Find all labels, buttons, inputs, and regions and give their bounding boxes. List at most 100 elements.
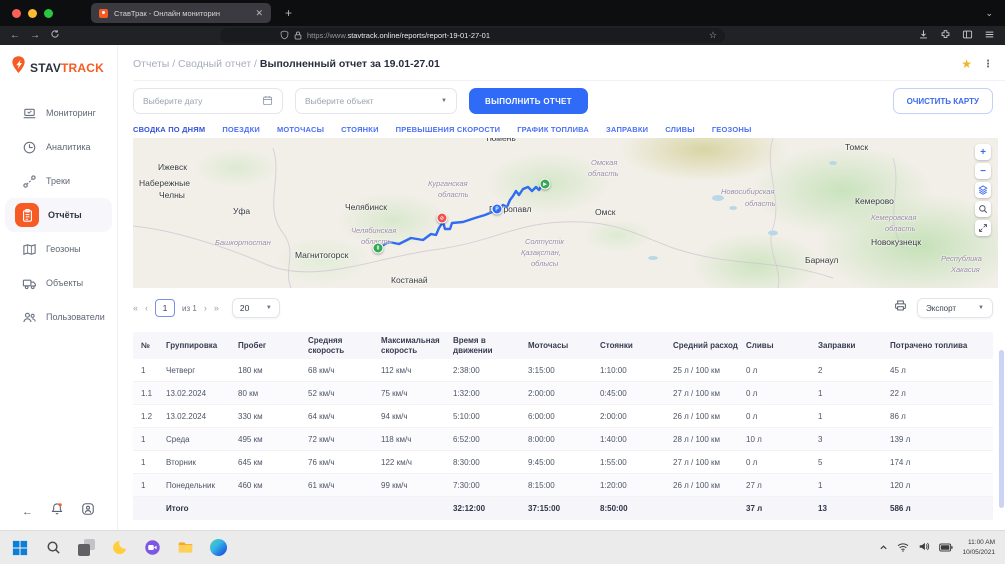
table-cell: 495 км bbox=[238, 435, 308, 444]
pagination-row: « ‹ 1 из 1 › » 20 ▼ Экспорт ▼ bbox=[133, 298, 993, 318]
kebab-menu-icon[interactable]: ⋮ bbox=[983, 59, 993, 70]
app-window: STAVTRACK МониторингАналитикаТреки Отчёты… bbox=[0, 45, 1005, 530]
last-page-button[interactable]: » bbox=[214, 303, 219, 313]
edge-browser-icon[interactable] bbox=[208, 538, 228, 558]
extensions-icon[interactable] bbox=[940, 27, 951, 45]
export-select[interactable]: Экспорт ▼ bbox=[917, 298, 993, 318]
sidebar: STAVTRACK МониторингАналитикаТреки Отчёты… bbox=[0, 45, 118, 530]
page-scrollbar-thumb[interactable] bbox=[999, 350, 1004, 508]
tab-close-icon[interactable]: ✕ bbox=[255, 8, 263, 19]
prev-page-button[interactable]: ‹ bbox=[145, 303, 148, 313]
downloads-icon[interactable] bbox=[918, 27, 929, 45]
menu-hamburger-icon[interactable] bbox=[984, 27, 995, 45]
table-cell: 586 л bbox=[890, 504, 993, 513]
sidebar-item-users[interactable]: Пользователи bbox=[5, 300, 112, 334]
map-label: Солтүстік bbox=[525, 237, 564, 246]
analytics-icon bbox=[21, 139, 37, 155]
close-window-button[interactable] bbox=[12, 9, 21, 18]
table-cell: 64 км/ч bbox=[308, 412, 381, 421]
tab-list-chevron-icon[interactable]: ⌄ bbox=[985, 8, 993, 19]
bookmark-star-icon[interactable]: ☆ bbox=[709, 30, 717, 41]
pause-marker[interactable]: II bbox=[373, 243, 384, 254]
sidebar-panel-icon[interactable] bbox=[962, 27, 973, 45]
column-header: № bbox=[141, 341, 166, 350]
browser-tab[interactable]: СтавТрак - Онлайн мониторин ✕ bbox=[91, 3, 271, 23]
taskbar-search-icon[interactable] bbox=[43, 538, 63, 558]
notifications-bell-icon[interactable] bbox=[50, 502, 64, 521]
map-label: Қазақстан, bbox=[521, 248, 561, 257]
current-page-input[interactable]: 1 bbox=[155, 299, 175, 317]
clear-map-button[interactable]: ОЧИСТИТЬ КАРТУ bbox=[893, 88, 993, 114]
minimize-window-button[interactable] bbox=[28, 9, 37, 18]
parking-marker[interactable]: P bbox=[492, 204, 503, 215]
moon-app-icon[interactable] bbox=[109, 538, 129, 558]
table-cell: 7:30:00 bbox=[453, 481, 528, 490]
search-button[interactable] bbox=[975, 201, 991, 217]
table-cell: 1:10:00 bbox=[600, 366, 673, 375]
battery-icon[interactable] bbox=[939, 539, 953, 557]
window-controls[interactable] bbox=[12, 9, 53, 18]
sidebar-item-geozones[interactable]: Геозоны bbox=[5, 232, 112, 266]
layers-button[interactable] bbox=[975, 182, 991, 198]
table-cell: 5 bbox=[818, 458, 890, 467]
column-header: Группировка bbox=[166, 341, 238, 350]
profile-icon[interactable] bbox=[81, 502, 95, 521]
table-cell: 27 л / 100 км bbox=[673, 458, 746, 467]
table-row[interactable]: 1Четверг180 км68 км/ч112 км/ч2:38:003:15… bbox=[133, 359, 993, 382]
reload-button[interactable] bbox=[50, 29, 60, 42]
map-label: Уфа bbox=[233, 206, 250, 216]
sidebar-item-label: Отчёты bbox=[48, 210, 82, 220]
table-cell: 8:00:00 bbox=[528, 435, 600, 444]
event-marker[interactable]: ⊘ bbox=[437, 213, 448, 224]
map[interactable]: ТюменьИжевскНабережныеЧелныТатарстанУфаБ… bbox=[133, 138, 998, 288]
forward-button[interactable]: → bbox=[30, 31, 40, 41]
sidebar-item-tracks[interactable]: Треки bbox=[5, 164, 112, 198]
table-row[interactable]: 1.213.02.2024330 км64 км/ч94 км/ч5:10:00… bbox=[133, 405, 993, 428]
date-input[interactable]: Выберите дату bbox=[133, 88, 283, 114]
file-explorer-icon[interactable] bbox=[175, 538, 195, 558]
table-cell: 1:32:00 bbox=[453, 389, 528, 398]
table-row[interactable]: 1Среда495 км72 км/ч118 км/ч6:52:008:00:0… bbox=[133, 428, 993, 451]
reports-icon bbox=[15, 203, 39, 227]
wifi-icon[interactable] bbox=[897, 539, 909, 557]
start-button-icon[interactable] bbox=[10, 538, 30, 558]
print-icon[interactable] bbox=[894, 299, 907, 317]
stavtrack-logo[interactable]: STAVTRACK bbox=[0, 45, 117, 80]
collapse-sidebar-icon[interactable]: ← bbox=[22, 506, 33, 518]
taskbar-clock[interactable]: 11:00 AM 10/05/2021 bbox=[962, 538, 995, 556]
maximize-window-button[interactable] bbox=[44, 9, 53, 18]
map-label: Томск bbox=[845, 142, 868, 152]
new-tab-button[interactable]: + bbox=[285, 6, 292, 20]
map-label: Набережные bbox=[139, 178, 190, 188]
tray-chevron-up-icon[interactable] bbox=[879, 539, 888, 557]
next-page-button[interactable]: › bbox=[204, 303, 207, 313]
zoom-out-button[interactable]: − bbox=[975, 163, 991, 179]
first-page-button[interactable]: « bbox=[133, 303, 138, 313]
table-cell: 2:00:00 bbox=[600, 412, 673, 421]
table-row[interactable]: 1.113.02.202480 км52 км/ч75 км/ч1:32:002… bbox=[133, 382, 993, 405]
sidebar-item-analytics[interactable]: Аналитика bbox=[5, 130, 112, 164]
table-cell: Среда bbox=[166, 435, 238, 444]
sidebar-item-objects[interactable]: Объекты bbox=[5, 266, 112, 300]
page-of-label: из 1 bbox=[182, 304, 197, 313]
url-bar[interactable]: https://www.stavtrack.online/reports/rep… bbox=[220, 28, 725, 43]
table-row[interactable]: 1Вторник645 км76 км/ч122 км/ч8:30:009:45… bbox=[133, 451, 993, 474]
column-header: Моточасы bbox=[528, 341, 600, 350]
volume-icon[interactable] bbox=[918, 539, 930, 557]
zoom-in-button[interactable]: + bbox=[975, 144, 991, 160]
favorite-star-icon[interactable]: ★ bbox=[961, 57, 972, 71]
page-size-select[interactable]: 20 ▼ bbox=[232, 298, 280, 318]
column-header: Потрачено топлива bbox=[890, 341, 993, 350]
fullscreen-button[interactable] bbox=[975, 220, 991, 236]
map-label: область bbox=[885, 224, 916, 233]
start-marker[interactable]: ▶ bbox=[540, 179, 551, 190]
chat-app-icon[interactable] bbox=[142, 538, 162, 558]
breadcrumb[interactable]: Отчеты / Сводный отчет / Выполненный отч… bbox=[133, 58, 440, 70]
task-view-icon[interactable] bbox=[76, 538, 96, 558]
table-row[interactable]: 1Понедельник460 км61 км/ч99 км/ч7:30:008… bbox=[133, 474, 993, 497]
sidebar-item-reports[interactable]: Отчёты bbox=[5, 198, 112, 232]
run-report-button[interactable]: ВЫПОЛНИТЬ ОТЧЕТ bbox=[469, 88, 588, 114]
sidebar-item-monitoring[interactable]: Мониторинг bbox=[5, 96, 112, 130]
object-select[interactable]: Выберите объект ▼ bbox=[295, 88, 457, 114]
back-button[interactable]: ← bbox=[10, 31, 20, 41]
